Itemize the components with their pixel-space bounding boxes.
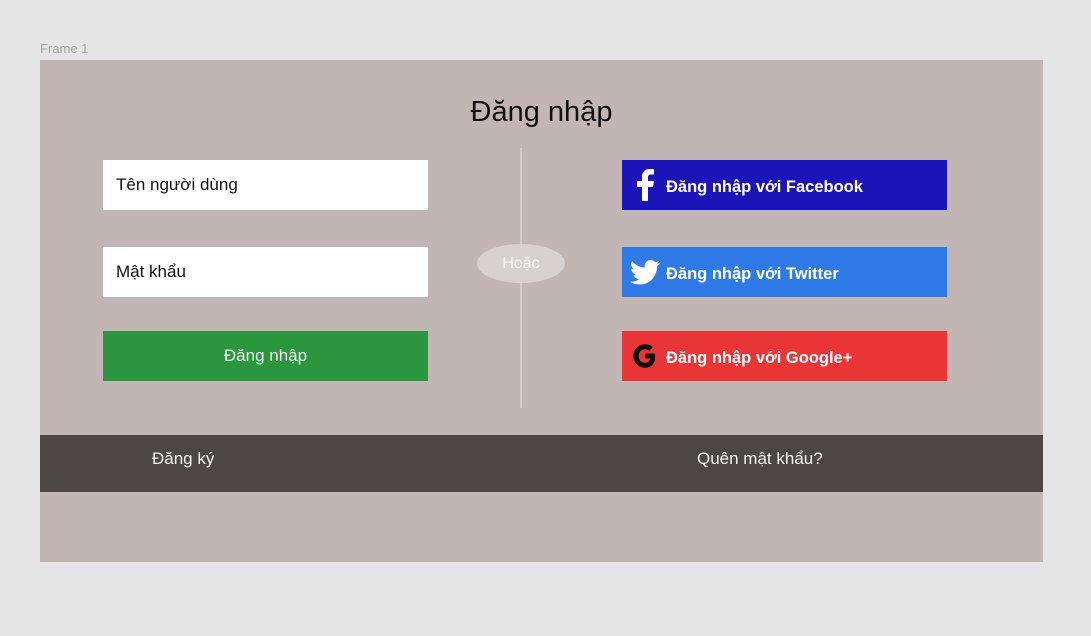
- twitter-bird-icon: [627, 247, 663, 297]
- twitter-login-button[interactable]: Đăng nhập với Twitter: [622, 247, 947, 297]
- or-separator: Hoặc: [477, 244, 565, 283]
- google-g-icon: [627, 331, 663, 381]
- google-login-button[interactable]: Đăng nhập với Google+: [622, 331, 947, 381]
- google-login-label: Đăng nhập với Google+: [666, 349, 853, 367]
- footer-bar: Đăng ký Quên mật khẩu?: [40, 435, 1043, 492]
- register-link[interactable]: Đăng ký: [152, 435, 214, 483]
- username-field[interactable]: Tên người dùng: [103, 160, 428, 210]
- login-button[interactable]: Đăng nhập: [103, 331, 428, 381]
- facebook-icon: [627, 160, 663, 210]
- password-field[interactable]: Mật khẩu: [103, 247, 428, 297]
- twitter-login-label: Đăng nhập với Twitter: [666, 265, 839, 283]
- login-frame: Đăng nhập Tên người dùng Mật khẩu Đăng n…: [40, 60, 1043, 562]
- facebook-login-label: Đăng nhập với Facebook: [666, 178, 863, 196]
- page-title: Đăng nhập: [470, 96, 613, 128]
- frame-label: Frame 1: [40, 41, 89, 56]
- facebook-login-button[interactable]: Đăng nhập với Facebook: [622, 160, 947, 210]
- forgot-password-link[interactable]: Quên mật khẩu?: [697, 435, 823, 483]
